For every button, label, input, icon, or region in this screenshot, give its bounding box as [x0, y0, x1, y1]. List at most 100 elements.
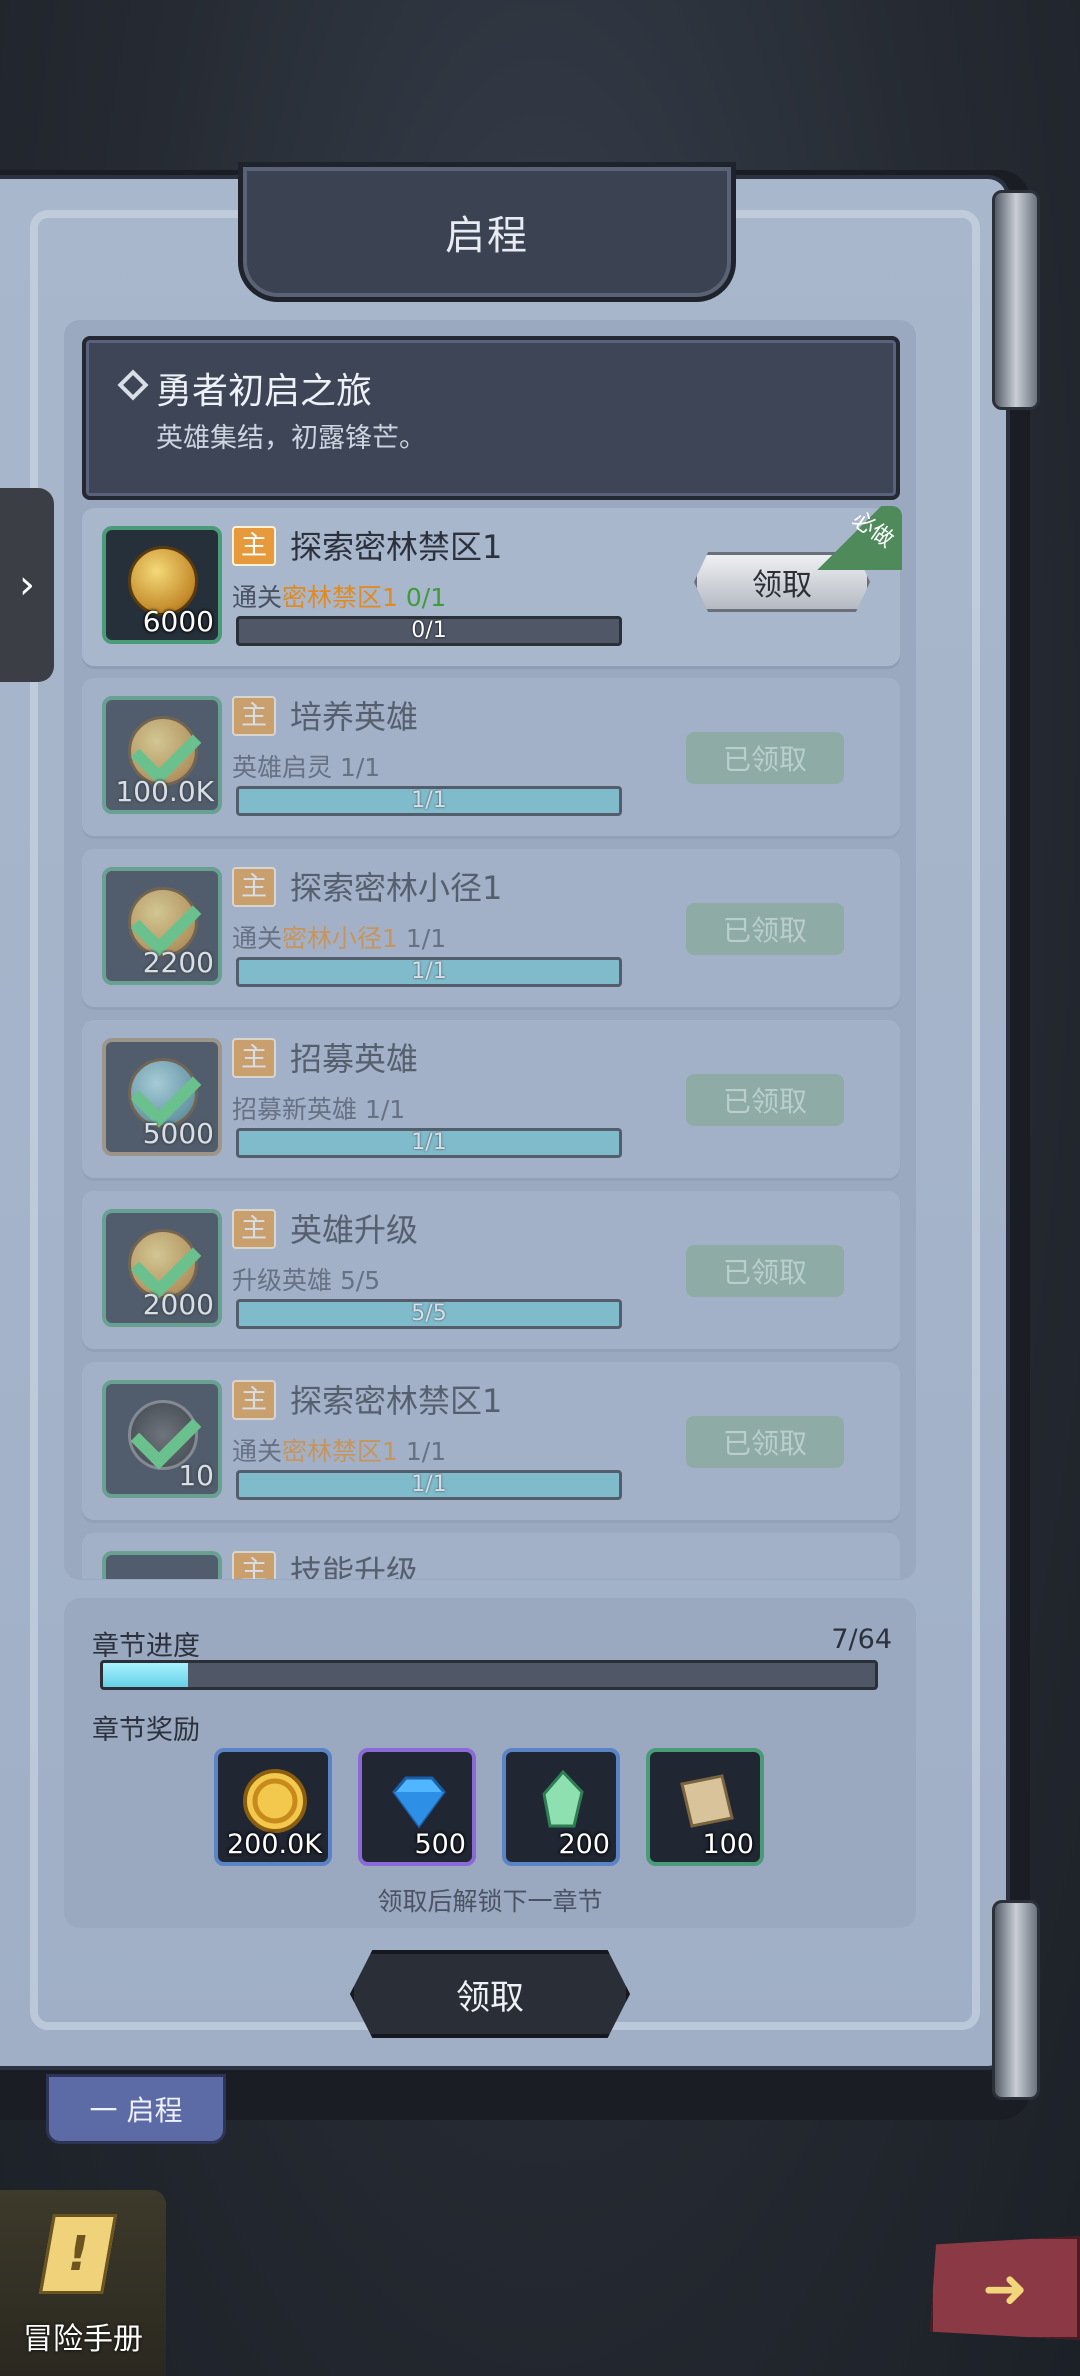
task-progress-text: 1/1: [411, 788, 447, 813]
reward-amount: 10: [178, 1459, 214, 1492]
arrow-right-icon: ➜: [982, 2256, 1028, 2320]
title-banner: 启程: [238, 162, 736, 302]
task-row: 100.0K 主 培养英雄 英雄启灵 1/1 1/1 已领取: [82, 678, 900, 836]
task-row: 5000 主 招募英雄 招募新英雄 1/1 1/1 已领取: [82, 1020, 900, 1178]
main-quest-tag: 主: [232, 1038, 276, 1078]
task-progress-text: 0/1: [411, 618, 447, 643]
task-requirement-count: 1/1: [405, 1437, 447, 1466]
chapter-name: 勇者初启之旅: [156, 371, 373, 412]
reward-icon: 2000: [102, 1209, 222, 1327]
reward-amount: 500: [414, 1829, 466, 1860]
side-expand-tab[interactable]: ›: [0, 488, 54, 682]
reward-icon: [102, 1551, 222, 1579]
task-title: 探索密林小径1: [290, 869, 503, 907]
adventure-manual-button[interactable]: ! 冒险手册: [0, 2190, 166, 2376]
crystal-icon: [542, 1769, 584, 1828]
task-requirement: 招募新英雄 1/1: [232, 1090, 405, 1126]
required-ribbon: 必做: [812, 506, 902, 570]
task-requirement: 通关密林禁区1 0/1: [232, 578, 446, 614]
task-requirement-target: 密林小径1: [282, 924, 398, 953]
task-requirement-text: 招募新英雄 1/1: [232, 1095, 406, 1124]
task-requirement: 通关密林小径1 1/1: [232, 919, 446, 955]
task-requirement-count: 0/1: [405, 583, 447, 612]
task-title: 探索密林禁区1: [290, 528, 503, 566]
task-title: 技能升级: [290, 1553, 419, 1579]
chapter-progress-panel: 章节进度 7/64 章节奖励 200.0K 500 200 100 领取后解锁下…: [64, 1598, 916, 1928]
task-progress-text: 1/1: [411, 1472, 447, 1497]
chapter-reward-label: 章节奖励: [92, 1715, 200, 1746]
claimed-button: 已领取: [686, 1416, 844, 1468]
task-requirement-count: 1/1: [405, 924, 447, 953]
task-row: 2000 主 英雄升级 升级英雄 5/5 5/5 已领取: [82, 1191, 900, 1349]
claimed-button: 已领取: [686, 732, 844, 784]
chapter-header: 勇者初启之旅 英雄集结，初露锋芒。: [82, 336, 900, 500]
task-title: 招募英雄: [290, 1040, 419, 1078]
task-requirement: 通关密林禁区1 1/1: [232, 1432, 446, 1468]
reward-amount: 5000: [142, 1117, 214, 1150]
claimed-button: 已领取: [686, 903, 844, 955]
reward-amount: 200.0K: [226, 1829, 322, 1860]
task-row-clip: 主 技能升级: [82, 1533, 900, 1579]
task-progress-bar: 5/5: [236, 1299, 622, 1329]
reward-amount: 200: [558, 1829, 610, 1860]
main-quest-tag: 主: [232, 1551, 276, 1579]
task-title: 英雄升级: [290, 1211, 419, 1249]
chapter-desc: 英雄集结，初露锋芒。: [156, 423, 426, 454]
main-quest-tag: 主: [232, 696, 276, 736]
task-requirement-text: 英雄启灵 1/1: [232, 753, 381, 782]
task-row: 6000 主 探索密林禁区1 通关密林禁区1 0/1 0/1 领取 必做: [82, 506, 902, 666]
reward-scroll[interactable]: 100: [646, 1748, 764, 1866]
task-progress-bar: 1/1: [236, 1128, 622, 1158]
task-title: 探索密林禁区1: [290, 1382, 503, 1420]
chapter-progress-fill: [103, 1663, 188, 1687]
task-progress-bar: 1/1: [236, 786, 622, 816]
task-progress-bar: 0/1: [236, 616, 622, 646]
reward-icon: 2200: [102, 867, 222, 985]
task-progress-text: 1/1: [411, 959, 447, 984]
reward-amount: 2000: [142, 1288, 214, 1321]
next-button[interactable]: ➜: [930, 2236, 1080, 2340]
task-progress-bar: 1/1: [236, 1470, 622, 1500]
reward-icon: 5000: [102, 1038, 222, 1156]
task-requirement-text: 通关: [232, 583, 283, 612]
reward-amount: 2200: [142, 946, 214, 979]
chapter-claim-button[interactable]: 领取: [350, 1950, 630, 2038]
task-progress-text: 5/5: [411, 1301, 447, 1326]
task-row: 10 主 探索密林禁区1 通关密林禁区1 1/1 1/1 已领取: [82, 1362, 900, 1520]
task-requirement-text: 升级英雄 5/5: [232, 1266, 381, 1295]
main-quest-tag: 主: [232, 867, 276, 907]
reward-gold[interactable]: 200.0K: [214, 1748, 332, 1866]
task-row: 主 技能升级: [82, 1533, 900, 1579]
unlock-hint: 领取后解锁下一章节: [377, 1887, 603, 1916]
exclamation-book-icon: !: [38, 2214, 118, 2294]
diamond-icon: [117, 369, 149, 401]
chapter-progress-count: 7/64: [831, 1624, 892, 1655]
task-requirement-text: 通关: [232, 1437, 283, 1466]
reward-diamond[interactable]: 500: [358, 1748, 476, 1866]
task-row: 2200 主 探索密林小径1 通关密林小径1 1/1 1/1 已领取: [82, 849, 900, 1007]
chapter-bookmark[interactable]: 一 启程: [46, 2074, 226, 2144]
task-progress-text: 1/1: [411, 1130, 447, 1155]
task-requirement-text: 通关: [232, 924, 283, 953]
book-clasp-top: [992, 190, 1040, 410]
claimed-button: 已领取: [686, 1074, 844, 1126]
reward-amount: 100.0K: [115, 775, 214, 808]
page-title: 启程: [445, 213, 529, 259]
task-progress-bar: 1/1: [236, 957, 622, 987]
reward-icon: 6000: [102, 526, 222, 644]
reward-icon: 100.0K: [102, 696, 222, 814]
chevron-right-icon: ›: [19, 562, 35, 608]
book-clasp-bottom: [992, 1900, 1040, 2100]
diamond-icon: [392, 1776, 446, 1829]
gold-coin-icon: [243, 1769, 307, 1833]
main-quest-tag: 主: [232, 1209, 276, 1249]
task-requirement: 升级英雄 5/5: [232, 1261, 380, 1297]
chapter-progress-bar: [100, 1660, 878, 1690]
adventure-manual-label: 冒险手册: [23, 2322, 143, 2357]
required-label: 必做: [847, 507, 898, 553]
main-quest-tag: 主: [232, 526, 276, 566]
main-quest-tag: 主: [232, 1380, 276, 1420]
reward-crystal[interactable]: 200: [502, 1748, 620, 1866]
claimed-button: 已领取: [686, 1245, 844, 1297]
chapter-progress-label: 章节进度: [92, 1631, 200, 1662]
